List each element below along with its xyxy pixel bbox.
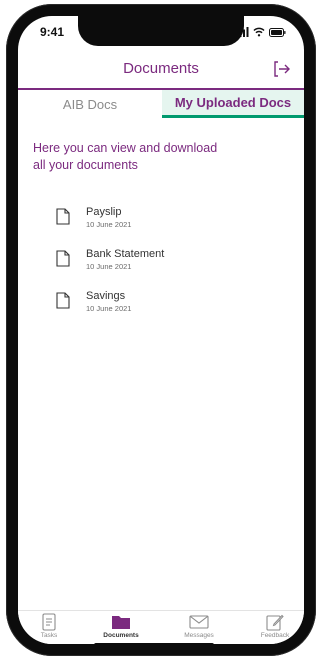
- list-item[interactable]: Bank Statement 10 June 2021: [56, 248, 286, 290]
- intro-text: Here you can view and download all your …: [33, 141, 218, 172]
- status-time: 9:41: [40, 25, 65, 39]
- nav-documents-label: Documents: [103, 632, 139, 639]
- document-date: 10 June 2021: [86, 220, 132, 229]
- page-title: Documents: [123, 60, 199, 77]
- document-list: Payslip 10 June 2021 Bank Statement 10 J…: [56, 206, 286, 332]
- document-name: Payslip: [86, 206, 122, 218]
- tab-aib-docs[interactable]: AIB Docs: [18, 90, 162, 118]
- bottom-navigation: Tasks Documents Messages Feedback: [18, 610, 304, 644]
- home-indicator: [94, 643, 214, 647]
- folder-icon: [112, 616, 130, 629]
- nav-feedback[interactable]: Feedback: [250, 613, 300, 643]
- tab-my-uploaded-docs-label: My Uploaded Docs: [174, 95, 292, 110]
- wifi-icon: [253, 27, 265, 37]
- nav-messages[interactable]: Messages: [174, 613, 224, 643]
- document-icon: [56, 250, 70, 267]
- nav-documents[interactable]: Documents: [96, 613, 146, 643]
- phone-frame: 9:41 Documents AIB Docs My Uploaded Docs…: [6, 4, 316, 656]
- document-icon: [56, 208, 70, 225]
- document-name: Bank Statement: [86, 248, 165, 260]
- logout-button[interactable]: [272, 59, 292, 79]
- nav-messages-label: Messages: [184, 632, 214, 639]
- tab-my-uploaded-docs[interactable]: My Uploaded Docs: [162, 90, 304, 118]
- tasks-icon: [42, 613, 56, 631]
- list-item[interactable]: Payslip 10 June 2021: [56, 206, 286, 248]
- edit-icon: [266, 614, 284, 631]
- nav-feedback-label: Feedback: [260, 632, 290, 639]
- logout-icon: [274, 61, 290, 77]
- tab-aib-docs-label: AIB Docs: [62, 96, 118, 112]
- list-item[interactable]: Savings 10 June 2021: [56, 290, 286, 332]
- battery-icon: [269, 27, 286, 37]
- document-icon: [56, 292, 70, 309]
- document-date: 10 June 2021: [86, 262, 132, 271]
- document-name: Savings: [86, 290, 126, 302]
- document-tabs: AIB Docs My Uploaded Docs: [18, 90, 304, 120]
- camera-notch: [78, 16, 244, 46]
- envelope-icon: [189, 615, 209, 629]
- nav-tasks-label: Tasks: [40, 632, 58, 639]
- nav-tasks[interactable]: Tasks: [24, 613, 74, 643]
- document-date: 10 June 2021: [86, 304, 132, 313]
- app-screen: 9:41 Documents AIB Docs My Uploaded Docs…: [18, 16, 304, 644]
- app-header: Documents: [18, 52, 304, 90]
